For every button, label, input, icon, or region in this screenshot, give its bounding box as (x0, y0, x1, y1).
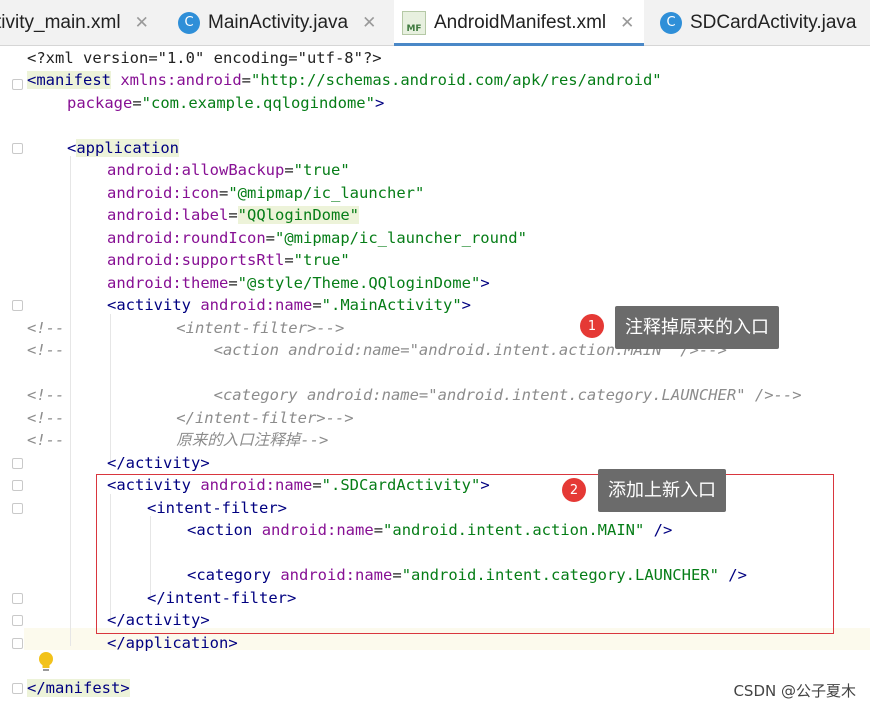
tab-label: AndroidManifest.xml (434, 11, 607, 33)
value: "@mipmap/ic_launcher" (228, 184, 425, 202)
attr: :allowBackup (172, 161, 285, 179)
code-line-13: <!-- <intent-filter>--> (27, 319, 345, 337)
xmlns-attr: xmlns:android (120, 71, 242, 89)
fold-marker[interactable] (12, 638, 23, 649)
code-line-12: <activity android:name=".MainActivity"> (107, 296, 471, 314)
manifest-tag: manifest (36, 71, 111, 89)
code-line-17: <!-- </intent-filter>--> (27, 409, 354, 427)
fold-marker[interactable] (12, 458, 23, 469)
code-line-3: package="com.example.qqlogindome"> (67, 92, 384, 114)
ns: android (107, 206, 173, 224)
code-line-5: <application (67, 139, 179, 157)
value: "QQloginDome" (237, 206, 359, 224)
tab-sdcardactivity-java[interactable]: C SDCardActivity.java (660, 0, 856, 45)
code-line-29: </manifest> (27, 677, 130, 699)
tab-label: SDCardActivity.java (690, 11, 857, 33)
tag-close: > (374, 94, 385, 112)
ns: android (107, 251, 173, 269)
ns: android (107, 161, 173, 179)
value: "@style/Theme.QQloginDome" (237, 274, 481, 292)
code-line-18: <!-- 原来的入口注释掉--> (27, 431, 329, 449)
attr: android:name (200, 296, 313, 314)
activity-tag: activity (116, 296, 191, 314)
ns: android (107, 274, 173, 292)
tag-close: > (461, 296, 471, 314)
application-tag: application (76, 139, 179, 157)
attr: :icon (172, 184, 219, 202)
close-icon[interactable]: ✕ (620, 13, 634, 33)
lightbulb-icon[interactable] (37, 651, 55, 673)
class-c-icon: C (178, 11, 200, 34)
fold-marker[interactable] (12, 683, 23, 694)
attr: :label (172, 206, 229, 224)
attr: :supportsRtl (172, 251, 285, 269)
eq: = (284, 161, 294, 179)
eq: = (132, 94, 142, 112)
fold-marker[interactable] (12, 503, 23, 514)
close-icon[interactable]: ✕ (135, 13, 149, 33)
tab-activity-main-xml[interactable]: tivity_main.xml ✕ (0, 0, 149, 45)
code-line-16: <!-- <category android:name="android.int… (27, 386, 802, 404)
code-line-7: android:icon="@mipmap/ic_launcher" (107, 182, 424, 204)
eq: = (228, 206, 238, 224)
eq: = (219, 184, 229, 202)
fold-marker[interactable] (12, 79, 23, 90)
class-c-icon: C (660, 11, 682, 34)
ns: android (107, 229, 173, 247)
package-value: "com.example.qqlogindome" (141, 94, 375, 112)
close-icon[interactable]: ✕ (362, 13, 376, 33)
code-line-9: android:roundIcon="@mipmap/ic_launcher_r… (107, 227, 527, 249)
fold-marker[interactable] (12, 143, 23, 154)
code-line-6: android:allowBackup="true" (107, 159, 350, 181)
eq: = (228, 274, 238, 292)
tag-close: > (480, 274, 490, 292)
value: "true" (293, 251, 350, 269)
code-line-27: </application> (107, 634, 238, 652)
tab-mainactivity-java[interactable]: C MainActivity.java ✕ (178, 0, 376, 45)
code-line-11: android:theme="@style/Theme.QQloginDome"… (107, 272, 490, 294)
eq: = (265, 229, 275, 247)
eq: = (312, 296, 322, 314)
attr: :theme (172, 274, 229, 292)
xml-declaration: <?xml version="1.0" encoding="utf-8"?> (27, 49, 382, 67)
attr: :roundIcon (172, 229, 266, 247)
code-line-1: <?xml version="1.0" encoding="utf-8"?> (27, 47, 382, 69)
editor-tab-bar: tivity_main.xml ✕ C MainActivity.java ✕ … (0, 0, 870, 46)
annotation-callout-1: 注释掉原来的入口 (615, 306, 779, 349)
value: "@mipmap/ic_launcher_round" (275, 229, 527, 247)
eq: = (284, 251, 294, 269)
fold-marker[interactable] (12, 300, 23, 311)
tab-label: MainActivity.java (208, 11, 349, 33)
value: ".MainActivity" (321, 296, 462, 314)
fold-marker[interactable] (12, 593, 23, 604)
package-attr: package (67, 94, 133, 112)
annotation-badge-1: 1 (580, 314, 604, 338)
code-line-8: android:label="QQloginDome" (107, 204, 359, 226)
fold-marker[interactable] (12, 615, 23, 626)
value: "true" (293, 161, 350, 179)
fold-marker[interactable] (12, 480, 23, 491)
code-line-2: <manifest xmlns:android="http://schemas.… (27, 71, 662, 89)
eq: = (241, 71, 252, 89)
tab-label: tivity_main.xml (0, 11, 121, 33)
ns: android (107, 184, 173, 202)
manifest-close-tag: </manifest> (27, 679, 130, 697)
annotation-badge-2: 2 (562, 478, 586, 502)
code-line-19: </activity> (107, 454, 210, 472)
annotation-callout-2: 添加上新入口 (598, 469, 726, 512)
code-line-10: android:supportsRtl="true" (107, 249, 350, 271)
xmlns-value: "http://schemas.android.com/apk/res/andr… (251, 71, 662, 89)
tab-androidmanifest-xml[interactable]: MF AndroidManifest.xml ✕ (394, 0, 645, 46)
watermark: CSDN @公子夏木 (733, 682, 856, 700)
manifest-mf-icon: MF (402, 10, 426, 35)
